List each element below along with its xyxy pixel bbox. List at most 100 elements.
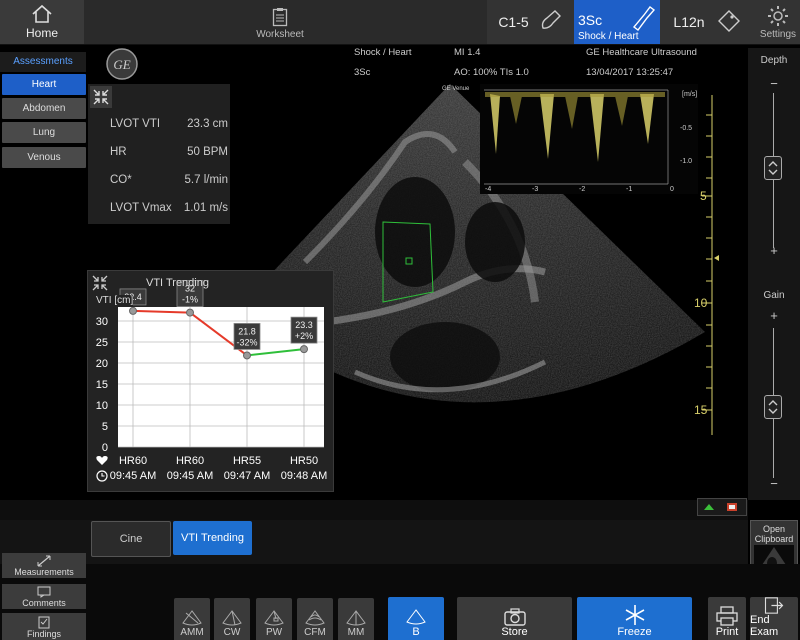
measurement-value: 50 BPM <box>187 146 228 158</box>
findings-label: Findings <box>26 629 62 639</box>
mode-sector-icon <box>264 610 284 626</box>
measurements-button[interactable]: Measurements <box>2 553 86 578</box>
up-down-arrows-icon <box>768 161 778 175</box>
clipboard-label-line1: Open <box>762 524 786 534</box>
x-label-time: 09:45 AM <box>110 470 156 482</box>
probe-3sc-button[interactable]: 3Sc Shock / Heart <box>574 0 660 44</box>
tab-vti-trending[interactable]: VTI Trending <box>173 521 252 555</box>
data-point[interactable] <box>129 306 137 315</box>
print-button[interactable]: Print <box>708 597 746 640</box>
data-point[interactable] <box>300 345 308 354</box>
mode-pw-label: PW <box>265 627 283 638</box>
probe-c1-5-button[interactable]: C1-5 <box>487 0 574 44</box>
assessments-title: Assessments <box>0 52 86 72</box>
camera-icon <box>503 608 526 626</box>
depth-plus-button[interactable]: + <box>748 243 800 258</box>
gain-plus-button[interactable]: + <box>748 308 800 323</box>
store-button[interactable]: Store <box>457 597 572 640</box>
linear-probe-icon <box>717 10 740 32</box>
y-tick-label: 25 <box>96 337 108 349</box>
mode-sector-icon <box>182 610 202 626</box>
status-icons <box>704 503 737 511</box>
mode-amm-label: AMM <box>180 627 204 638</box>
measurement-value: 1.01 m/s <box>183 202 228 214</box>
freeze-button[interactable]: Freeze <box>577 597 692 640</box>
worksheet-icon <box>272 8 288 27</box>
heart-icon <box>96 456 108 465</box>
probe-l12n-button[interactable]: L12n <box>660 0 756 44</box>
collapse-icon[interactable] <box>90 86 112 108</box>
depth-tick: 15 <box>694 403 708 417</box>
mode-pw-button[interactable]: PW <box>256 598 292 640</box>
phased-probe-icon <box>632 6 656 31</box>
spectral-x-tick: -4 <box>485 186 492 193</box>
assessment-venous[interactable]: Venous <box>2 147 86 168</box>
mi-info: MI 1.4 <box>454 47 481 58</box>
snowflake-icon <box>625 605 644 625</box>
mode-sector-icon <box>346 610 366 626</box>
comments-label: Comments <box>22 598 66 608</box>
probe-info: 3Sc <box>354 67 371 78</box>
status-indicators <box>697 498 747 516</box>
end-exam-label: End Exam <box>750 614 779 638</box>
data-label-value: 21.8 <box>238 326 256 336</box>
b-mode-button[interactable]: B <box>388 597 444 640</box>
end-exam-button[interactable]: End Exam <box>750 597 798 640</box>
x-label-hr: HR60 <box>119 455 147 467</box>
measurement-row: LVOT VTI 23.3 cm <box>110 118 228 130</box>
mode-cw-button[interactable]: CW <box>214 598 250 640</box>
depth-tick: 10 <box>694 296 708 310</box>
depth-ruler <box>702 95 719 435</box>
exit-icon <box>764 597 784 614</box>
assessment-lung[interactable]: Lung <box>2 122 86 143</box>
y-tick-label: 5 <box>102 421 108 433</box>
data-point[interactable] <box>186 308 194 317</box>
print-label: Print <box>715 626 739 638</box>
svg-text:GE: GE <box>113 57 130 72</box>
mode-sector-icon <box>406 609 426 625</box>
data-point[interactable] <box>243 351 251 360</box>
x-label-hr: HR55 <box>233 455 261 467</box>
home-label: Home <box>25 26 58 40</box>
worksheet-label: Worksheet <box>256 29 304 40</box>
b-mode-label: B <box>412 626 420 638</box>
y-tick-label: 15 <box>96 379 108 391</box>
findings-button[interactable]: Findings <box>2 613 86 640</box>
gain-minus-button[interactable]: − <box>748 476 800 491</box>
mode-amm-button[interactable]: AMM <box>174 598 210 640</box>
mode-color-icon <box>305 610 325 626</box>
home-button[interactable]: Home <box>0 0 84 44</box>
status-strip <box>0 500 748 520</box>
clipboard-label-line2: Clipboard <box>754 534 794 544</box>
mode-mm-button[interactable]: MM <box>338 598 374 640</box>
mode-cfm-button[interactable]: CFM <box>297 598 333 640</box>
data-label-value: 23.3 <box>295 320 313 330</box>
venue-tag: GE Venue <box>442 86 470 92</box>
settings-button[interactable]: Settings <box>756 0 800 44</box>
preset-info: Shock / Heart <box>354 47 412 58</box>
mode-sector-icon <box>222 610 242 626</box>
measurement-panel: LVOT VTI 23.3 cm HR 50 BPM CO* 5.7 l/min LV… <box>88 84 230 224</box>
depth-minus-button[interactable]: − <box>748 76 800 91</box>
convex-probe-icon <box>541 10 561 29</box>
depth-slider-handle[interactable] <box>764 156 782 180</box>
assessment-heart[interactable]: Heart <box>2 74 86 95</box>
mode-cw-label: CW <box>223 627 241 638</box>
spectral-x-tick: -1 <box>626 186 633 193</box>
data-label-change: -32% <box>236 337 257 347</box>
gear-icon <box>768 6 788 26</box>
comments-button[interactable]: Comments <box>2 584 86 609</box>
assessment-abdomen[interactable]: Abdomen <box>2 98 86 119</box>
vti-trending-panel: 32.432-1%21.8-32%23.3+2% 051015202530 HR… <box>87 270 334 492</box>
collapse-icon[interactable] <box>90 273 110 293</box>
y-tick-label: 10 <box>96 400 108 412</box>
worksheet-button[interactable]: Worksheet <box>235 0 325 44</box>
measurement-label: LVOT VTI <box>110 118 161 130</box>
probe-preset-label: Shock / Heart <box>578 31 639 42</box>
tab-cine[interactable]: Cine <box>91 521 171 557</box>
datetime-info: 13/04/2017 13:25:47 <box>586 67 674 78</box>
x-label-time: 09:48 AM <box>281 470 327 482</box>
settings-label: Settings <box>759 29 797 40</box>
measurement-row: LVOT Vmax 1.01 m/s <box>110 202 228 214</box>
gain-slider-handle[interactable] <box>764 395 782 419</box>
